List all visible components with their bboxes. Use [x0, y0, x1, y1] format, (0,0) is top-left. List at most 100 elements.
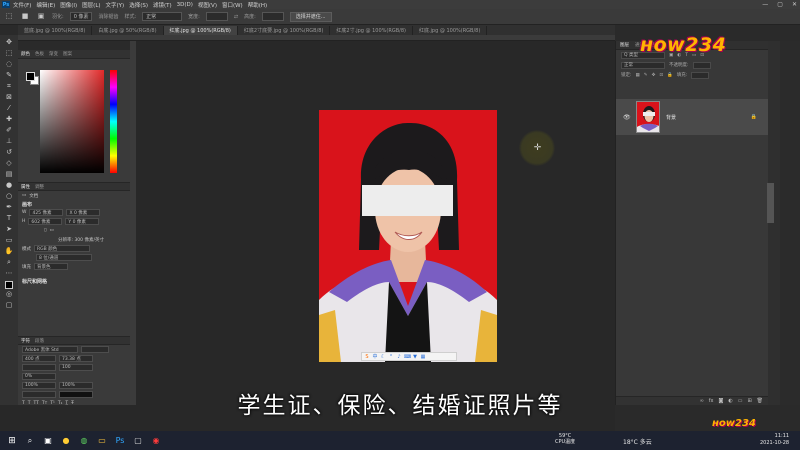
antialias-checkbox[interactable]: 消除锯齿	[98, 13, 118, 20]
record-taskbar-icon[interactable]: ◉	[150, 435, 162, 447]
menu-image[interactable]: 图像(I)	[60, 1, 77, 9]
pen-tool-icon[interactable]: ✒	[4, 202, 14, 212]
ime-logo-icon[interactable]: S	[364, 354, 370, 360]
weather-widget[interactable]: 18°C 多云	[623, 437, 652, 446]
tab-document-2[interactable]: 白底.jpg @ 50%(RGB/8)	[92, 26, 164, 35]
tab-patterns[interactable]: 图案	[63, 51, 72, 57]
canvas-x-input[interactable]: X 0 像素	[66, 209, 101, 216]
chrome-icon[interactable]: ●	[60, 435, 72, 447]
vertical-scale-input[interactable]: 0%	[22, 373, 56, 380]
file-explorer-icon[interactable]: ▭	[96, 435, 108, 447]
gradient-tool-icon[interactable]: ▤	[4, 169, 14, 179]
scroll-thumb[interactable]	[767, 183, 774, 223]
tab-adjustments[interactable]: 调整	[35, 184, 44, 190]
canvas-height-input[interactable]: 602 像素	[28, 218, 63, 225]
ime-grid-icon[interactable]: ▦	[420, 354, 426, 360]
tab-document-5[interactable]: 红底2寸.jpg @ 100%(RGB/8)	[330, 26, 413, 35]
tab-gradients[interactable]: 渐变	[49, 51, 58, 57]
ime-shirt-icon[interactable]: ▼	[412, 354, 418, 360]
task-view-icon[interactable]: ▣	[42, 435, 54, 447]
ime-moon-icon[interactable]: ☾	[380, 354, 386, 360]
font-style-select[interactable]	[81, 346, 109, 353]
feather-input[interactable]: 0 像素	[69, 12, 93, 21]
crop-tool-icon[interactable]: ⌗	[4, 81, 14, 91]
lasso-tool-icon[interactable]: ◌	[4, 59, 14, 69]
select-and-mask-button[interactable]: 选择并遮住...	[289, 11, 332, 22]
canvas-y-input[interactable]: Y 0 像素	[65, 218, 100, 225]
minimize-button[interactable]: —	[762, 1, 768, 8]
quick-select-icon[interactable]: ✎	[4, 70, 14, 80]
menu-select[interactable]: 选择(S)	[129, 1, 148, 9]
wechat-icon[interactable]: ◍	[78, 435, 90, 447]
foreground-color-swatch[interactable]	[5, 281, 13, 289]
font-size-input[interactable]: 400 点	[22, 355, 56, 362]
photoshop-taskbar-icon[interactable]: Ps	[114, 435, 126, 447]
path-select-icon[interactable]: ➤	[4, 224, 14, 234]
hue-slider[interactable]	[110, 70, 117, 173]
eyedropper-icon[interactable]: ⁄	[4, 103, 14, 113]
windows-start-icon[interactable]: ⊞	[6, 435, 18, 447]
right-scrollbar[interactable]	[780, 41, 800, 405]
ime-floating-toolbar[interactable]: S 中 ☾ ° ♪ ⌨ ▼ ▦	[361, 352, 457, 361]
menu-filter[interactable]: 滤镜(T)	[153, 1, 172, 9]
app-taskbar-icon[interactable]: ▢	[132, 435, 144, 447]
ime-chinese-icon[interactable]: 中	[372, 354, 378, 360]
height-input[interactable]	[261, 12, 284, 21]
lock-artboard-icon[interactable]: ⊡	[659, 73, 663, 78]
foreground-color-swatch-small[interactable]	[26, 72, 35, 81]
rulers-grid-heading[interactable]: 标尺和网格	[18, 277, 130, 285]
rectangle-tool-icon[interactable]: ▭	[4, 235, 14, 245]
canvas-width-input[interactable]: 425 像素	[29, 209, 64, 216]
tab-color[interactable]: 颜色	[21, 51, 30, 57]
screen-mode-icon[interactable]: ▢	[4, 300, 14, 310]
hand-tool-icon[interactable]: ✋	[4, 246, 14, 256]
fill-select[interactable]: 背景色	[34, 263, 68, 270]
portrait-icon[interactable]: ▯	[44, 228, 46, 233]
close-button[interactable]: ✕	[792, 1, 797, 8]
type-tool-icon[interactable]: T	[4, 213, 14, 223]
ime-punctuation-icon[interactable]: °	[388, 354, 394, 360]
kerning-input[interactable]	[22, 364, 56, 371]
tab-paragraph[interactable]: 段落	[35, 338, 44, 344]
marquee-tool-icon[interactable]: ⬚	[4, 11, 14, 21]
lock-pixels-icon[interactable]: ▦	[636, 73, 640, 78]
clone-stamp-icon[interactable]: ⊥	[4, 136, 14, 146]
menu-3d[interactable]: 3D(D)	[177, 2, 193, 8]
id-photo[interactable]	[319, 110, 497, 362]
fill-input[interactable]	[691, 71, 710, 79]
depth-select[interactable]: 8 位/通道	[36, 254, 92, 261]
layer-background[interactable]: 👁 背景 🔒	[616, 99, 769, 135]
ime-keyboard-icon[interactable]: ⌨	[404, 354, 411, 360]
brush-tool-icon[interactable]: ✐	[4, 125, 14, 135]
menu-edit[interactable]: 编辑(E)	[36, 1, 55, 9]
quick-mask-icon[interactable]: ◎	[4, 289, 14, 299]
menu-view[interactable]: 视图(V)	[198, 1, 217, 9]
style-select[interactable]: 正常	[142, 12, 183, 21]
menu-layer[interactable]: 图层(L)	[82, 1, 100, 9]
marquee-tool-icon[interactable]: ⬚	[4, 48, 14, 58]
tab-document-active[interactable]: 红底.jpg @ 100%(RGB/8)	[163, 26, 238, 35]
maximize-button[interactable]: ▢	[777, 1, 783, 8]
lock-move-icon[interactable]: ✥	[652, 73, 656, 78]
lock-paint-icon[interactable]: ✎	[644, 73, 648, 78]
tab-properties[interactable]: 属性	[21, 184, 30, 190]
visibility-eye-icon[interactable]: 👁	[623, 114, 631, 121]
eraser-icon[interactable]: ◇	[4, 158, 14, 168]
font-family-select[interactable]: Adobe 黑体 Std	[22, 346, 78, 353]
tracking-input[interactable]: 100	[59, 364, 93, 371]
menu-type[interactable]: 文字(Y)	[106, 1, 125, 9]
width-input[interactable]	[205, 12, 228, 21]
new-selection-icon[interactable]: ■	[20, 11, 30, 21]
search-icon[interactable]: ⌕	[24, 435, 36, 447]
landscape-icon[interactable]: ▭	[49, 228, 53, 233]
tab-document-1[interactable]: 蓝底.jpg @ 100%(RGB/8)	[18, 26, 93, 35]
dodge-tool-icon[interactable]: ○	[4, 191, 14, 201]
color-picker-field[interactable]	[40, 70, 104, 173]
blend-mode-select[interactable]: 正常	[621, 61, 665, 69]
frame-tool-icon[interactable]: ⊠	[4, 92, 14, 102]
lock-all-icon[interactable]: 🔒	[667, 73, 673, 78]
tab-document-4[interactable]: 红底2寸底要.jpg @ 100%(RGB/8)	[238, 26, 331, 35]
tab-layers[interactable]: 图层	[620, 42, 629, 48]
zoom-tool-icon[interactable]: ⌕	[4, 257, 14, 267]
history-brush-icon[interactable]: ↺	[4, 147, 14, 157]
